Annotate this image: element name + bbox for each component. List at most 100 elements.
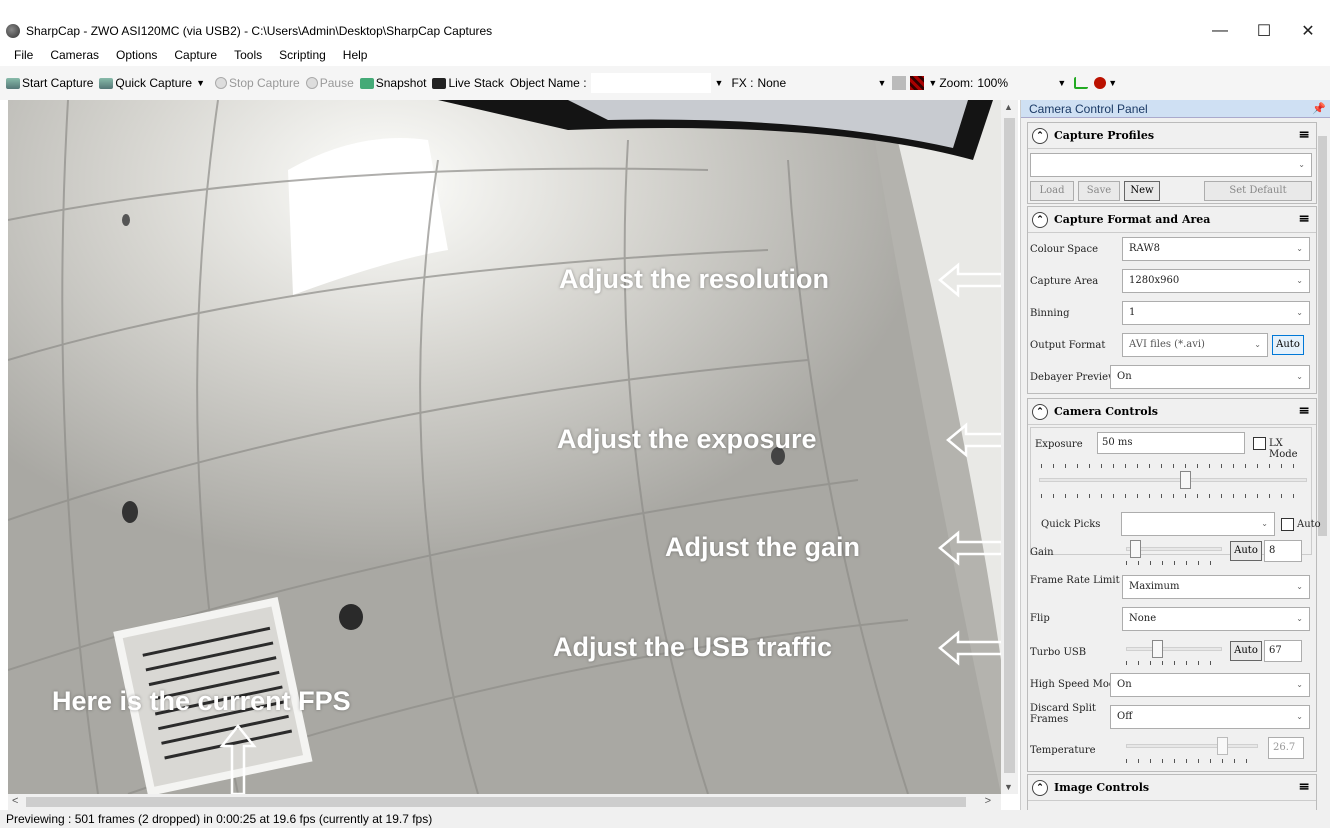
start-capture-label: Start Capture [22,76,94,90]
exposure-input[interactable]: 50 ms [1097,432,1245,454]
object-name-input[interactable] [590,73,711,93]
menu-scripting[interactable]: Scripting [279,48,326,62]
output-format-auto-button[interactable]: Auto [1272,335,1304,355]
turbo-usb-slider-thumb[interactable] [1151,640,1163,658]
capture-area-label: Capture Area [1030,276,1099,287]
fx-select[interactable]: None [753,73,873,93]
chevron-down-icon[interactable]: ▼ [877,78,886,88]
scrollbar-thumb[interactable] [26,797,966,807]
turbo-usb-auto-button[interactable]: Auto [1230,641,1262,661]
pause-label: Pause [319,76,354,90]
colour-settings-icon[interactable] [910,76,925,90]
capture-profiles-title: Capture Profiles [1054,129,1155,142]
discard-split-select[interactable]: Off ⌄ [1110,705,1310,729]
pause-button[interactable]: Pause [305,76,354,90]
chevron-down-icon: ⌄ [1296,582,1303,591]
gain-value-input[interactable]: 8 [1264,540,1302,562]
chevron-down-icon[interactable]: ▼ [196,78,205,88]
histogram-icon[interactable] [1074,77,1089,89]
image-controls-header[interactable]: ⌃ Image Controls ≡ [1028,775,1316,801]
gain-label: Gain [1030,547,1054,558]
chevron-down-icon: ⌄ [1296,244,1303,253]
live-stack-label: Live Stack [448,76,504,90]
camera-controls-header[interactable]: ⌃ Camera Controls ≡ [1028,399,1316,425]
binning-label: Binning [1030,308,1070,319]
arrow-left-icon [938,630,1001,666]
turbo-usb-value-input[interactable]: 67 [1264,640,1302,662]
hamburger-menu-icon[interactable]: ≡ [1298,128,1310,142]
save-profile-button[interactable]: Save [1078,181,1120,201]
capture-area-select[interactable]: 1280x960 ⌄ [1122,269,1310,293]
quick-picks-auto-checkbox[interactable] [1281,518,1294,531]
chevron-down-icon: ⌄ [1296,712,1303,721]
exposure-slider-track[interactable] [1039,478,1307,482]
menu-tools[interactable]: Tools [234,48,262,62]
start-capture-button[interactable]: Start Capture [6,76,93,90]
capture-profile-select[interactable]: ⌄ [1030,153,1312,177]
chevron-down-icon[interactable]: ▼ [928,78,937,88]
top-caption-band [0,0,1330,18]
chevron-right-icon[interactable]: > [985,795,991,807]
chevron-down-icon[interactable]: ▼ [1057,78,1066,88]
temperature-slider-track [1126,744,1258,748]
turbo-usb-slider-track[interactable] [1126,647,1222,651]
chevron-left-icon[interactable]: < [12,795,18,807]
camera-controls-title: Camera Controls [1054,405,1158,418]
maximize-button[interactable]: ☐ [1242,18,1286,44]
image-controls-title: Image Controls [1054,781,1150,794]
preview-vertical-scrollbar[interactable]: ▲ ▼ [1001,100,1018,794]
chevron-down-icon[interactable]: ▼ [1004,782,1013,792]
stop-capture-button[interactable]: Stop Capture [215,76,300,90]
menu-help[interactable]: Help [343,48,368,62]
collapse-icon[interactable]: ⌃ [1032,779,1048,796]
load-profile-button[interactable]: Load [1030,181,1074,201]
quick-capture-button[interactable]: Quick Capture ▼ [99,76,209,90]
capture-format-header[interactable]: ⌃ Capture Format and Area ≡ [1028,207,1316,233]
menu-options[interactable]: Options [116,48,157,62]
pin-icon[interactable]: 📌 [1312,100,1326,118]
menu-file[interactable]: File [14,48,33,62]
binning-select[interactable]: 1 ⌄ [1122,301,1310,325]
chevron-up-icon[interactable]: ▲ [1004,102,1013,112]
new-profile-button[interactable]: New [1124,181,1160,201]
collapse-icon[interactable]: ⌃ [1032,127,1048,144]
temperature-slider-thumb [1216,737,1228,755]
close-button[interactable]: ✕ [1286,18,1330,44]
debayer-preview-select[interactable]: On ⌄ [1110,365,1310,389]
minimize-button[interactable]: — [1198,18,1242,44]
frame-rate-select[interactable]: Maximum ⌄ [1122,575,1310,599]
zoom-select[interactable]: 100% [973,76,1053,90]
high-speed-select[interactable]: On ⌄ [1110,673,1310,697]
chevron-down-icon[interactable]: ▼ [715,78,724,88]
gain-auto-button[interactable]: Auto [1230,541,1262,561]
snapshot-button[interactable]: Snapshot [359,76,426,90]
display-settings-icon[interactable] [892,76,907,90]
scrollbar-thumb[interactable] [1004,118,1015,773]
capture-format-section: ⌃ Capture Format and Area ≡ Colour Space… [1027,206,1317,394]
flip-select[interactable]: None ⌄ [1122,607,1310,631]
live-stack-button[interactable]: Live Stack [432,76,504,90]
camera-preview[interactable]: Adjust the resolution Adjust the exposur… [8,100,1001,794]
gain-slider-thumb[interactable] [1130,540,1142,558]
binning-row: Binning 1 ⌄ [1028,301,1318,327]
exposure-slider-thumb[interactable] [1180,471,1192,489]
colour-space-select[interactable]: RAW8 ⌄ [1122,237,1310,261]
preview-horizontal-scrollbar[interactable]: < > [8,794,1001,810]
hamburger-menu-icon[interactable]: ≡ [1298,404,1310,418]
lx-mode-checkbox[interactable] [1253,437,1266,450]
capture-profiles-header[interactable]: ⌃ Capture Profiles ≡ [1028,123,1316,149]
tools-icon[interactable] [1094,77,1107,89]
set-default-profile-button[interactable]: Set Default [1204,181,1312,201]
scrollbar-thumb[interactable] [1318,136,1327,536]
temperature-row: Temperature 26.7 [1028,735,1318,767]
menu-capture[interactable]: Capture [174,48,217,62]
chevron-down-icon: ⌄ [1261,519,1268,528]
output-format-select[interactable]: AVI files (*.avi) ⌄ [1122,333,1268,357]
hamburger-menu-icon[interactable]: ≡ [1298,780,1310,794]
menu-cameras[interactable]: Cameras [50,48,99,62]
hamburger-menu-icon[interactable]: ≡ [1298,212,1310,226]
collapse-icon[interactable]: ⌃ [1032,211,1048,228]
quick-picks-select[interactable]: ⌄ [1121,512,1275,536]
collapse-icon[interactable]: ⌃ [1032,403,1048,420]
chevron-down-icon[interactable]: ▼ [1108,78,1117,88]
